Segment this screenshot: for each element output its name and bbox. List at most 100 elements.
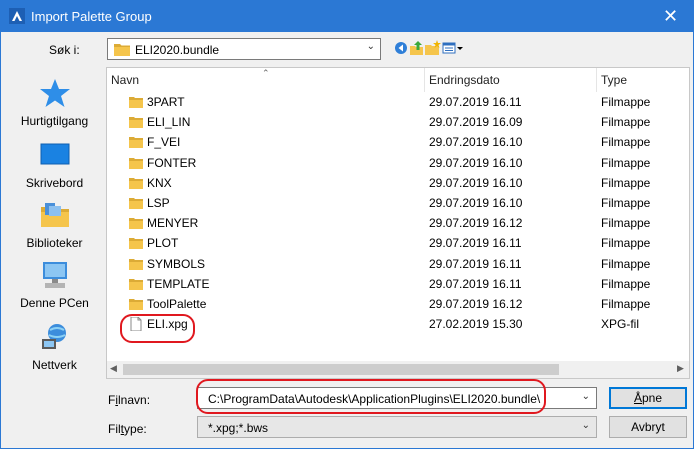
file-type: Filmappe (601, 115, 651, 130)
file-name: ELI_LIN (147, 115, 191, 130)
file-date: 29.07.2019 16.12 (429, 216, 523, 231)
chevron-down-icon: ⌄ (366, 41, 375, 52)
filetype-label: Filtype: (108, 422, 147, 436)
filename-input[interactable]: C:\ProgramData\Autodesk\ApplicationPlugi… (197, 387, 597, 409)
folder-icon (129, 218, 143, 230)
table-row[interactable]: F_VEI 29.07.2019 16.10 Filmappe (107, 133, 689, 153)
places-bar: Hurtigtilgang Skrivebord Biblioteker Den… (5, 67, 104, 379)
star-icon (40, 79, 70, 107)
file-date: 29.07.2019 16.11 (429, 256, 522, 271)
table-row[interactable]: KNX 29.07.2019 16.10 Filmappe (107, 174, 689, 194)
table-row[interactable]: 3PART 29.07.2019 16.11 Filmappe (107, 93, 689, 113)
table-row[interactable]: ELI.xpg 27.02.2019 15.30 XPG-fil (107, 315, 689, 335)
place-libraries[interactable]: Biblioteker (5, 195, 104, 255)
filetype-value: *.xpg;*.bws (208, 421, 269, 435)
place-quick-access[interactable]: Hurtigtilgang (5, 73, 104, 133)
up-folder-icon[interactable] (409, 40, 425, 56)
file-date: 29.07.2019 16.09 (429, 115, 523, 130)
file-type: Filmappe (601, 256, 651, 271)
file-name: LSP (147, 196, 170, 210)
close-button[interactable]: ✕ (648, 1, 693, 32)
column-header-type[interactable]: Type (597, 68, 689, 92)
folder-icon (129, 258, 143, 270)
folder-icon (129, 117, 143, 129)
scroll-right-icon[interactable]: ▶ (677, 363, 684, 374)
file-type: Filmappe (601, 155, 651, 170)
folder-icon (129, 137, 143, 149)
file-date: 29.07.2019 16.11 (429, 276, 522, 291)
view-menu-icon[interactable] (442, 40, 464, 56)
library-icon (41, 203, 69, 227)
window-title: Import Palette Group (31, 9, 152, 24)
new-folder-icon[interactable] (425, 40, 441, 56)
cancel-button[interactable]: Avbryt (609, 416, 687, 438)
computer-icon (43, 262, 67, 288)
file-name: FONTER (147, 155, 197, 170)
look-in-dropdown[interactable]: ELI2020.bundle ⌄ (107, 38, 381, 60)
table-row[interactable]: PLOT 29.07.2019 16.11 Filmappe (107, 234, 689, 254)
file-type: XPG-fil (601, 317, 640, 332)
filetype-dropdown[interactable]: *.xpg;*.bws ⌄ (197, 416, 597, 438)
file-type: Filmappe (601, 236, 651, 251)
file-date: 27.02.2019 15.30 (429, 317, 523, 332)
file-name: F_VEI (147, 135, 181, 150)
file-date: 29.07.2019 16.12 (429, 297, 523, 311)
file-name: TEMPLATE (147, 276, 210, 291)
folder-icon (129, 278, 143, 290)
file-name: SYMBOLS (147, 256, 206, 271)
folder-icon (129, 177, 143, 189)
table-row[interactable]: ELI_LIN 29.07.2019 16.09 Filmappe (107, 113, 689, 133)
look-in-label: Søk i: (49, 43, 80, 57)
scroll-left-icon[interactable]: ◀ (110, 363, 117, 374)
table-row[interactable]: SYMBOLS 29.07.2019 16.11 Filmappe (107, 255, 689, 275)
file-type: Filmappe (601, 297, 651, 311)
table-row[interactable]: ToolPalette 29.07.2019 16.12 Filmappe (107, 295, 689, 315)
file-type: Filmappe (601, 196, 651, 210)
folder-icon (129, 198, 143, 209)
table-row[interactable]: FONTER 29.07.2019 16.10 Filmappe (107, 154, 689, 174)
table-row[interactable]: LSP 29.07.2019 16.10 Filmappe (107, 194, 689, 214)
table-row[interactable]: TEMPLATE 29.07.2019 16.11 Filmappe (107, 275, 689, 295)
place-desktop[interactable]: Skrivebord (5, 135, 104, 195)
file-name: 3PART (147, 95, 185, 109)
file-date: 29.07.2019 16.10 (429, 135, 523, 150)
file-type: Filmappe (601, 175, 651, 190)
open-button[interactable]: Åpne (609, 387, 687, 409)
file-date: 29.07.2019 16.10 (429, 175, 523, 190)
place-network[interactable]: Nettverk (5, 317, 104, 377)
filename-value: C:\ProgramData\Autodesk\ApplicationPlugi… (208, 392, 541, 406)
file-date: 29.07.2019 16.11 (429, 95, 522, 109)
desktop-icon (40, 143, 70, 165)
place-label: Skrivebord (25, 176, 84, 190)
place-label: Hurtigtilgang (20, 114, 89, 128)
filename-label: Filnavn: (108, 393, 151, 407)
file-name: PLOT (147, 236, 179, 251)
file-name: MENYER (147, 216, 199, 231)
file-date: 29.07.2019 16.11 (429, 236, 522, 251)
folder-icon (129, 299, 143, 310)
scrollbar-thumb[interactable] (123, 364, 559, 375)
folder-icon (129, 157, 143, 169)
place-label: Biblioteker (26, 236, 83, 250)
file-date: 29.07.2019 16.10 (429, 155, 523, 170)
chevron-down-icon[interactable]: ⌄ (582, 391, 590, 402)
table-row[interactable]: MENYER 29.07.2019 16.12 Filmappe (107, 214, 689, 234)
folder-icon (129, 97, 143, 108)
file-type: Filmappe (601, 216, 651, 231)
file-type: Filmappe (601, 276, 651, 291)
column-header-row: ⌃ Navn Endringsdato Type (107, 68, 689, 92)
file-name: ToolPalette (147, 297, 207, 311)
column-header-name[interactable]: Navn (107, 68, 425, 92)
horizontal-scrollbar[interactable]: ◀ ▶ (107, 361, 689, 378)
network-icon (42, 324, 66, 349)
file-list[interactable]: ⌃ Navn Endringsdato Type 3PART 29.07.2019… (106, 67, 690, 379)
place-this-pc[interactable]: Denne PCen (5, 255, 104, 315)
file-type: Filmappe (601, 95, 651, 109)
file-type: Filmappe (601, 135, 651, 150)
chevron-down-icon: ⌄ (581, 420, 590, 431)
back-icon[interactable] (393, 40, 409, 56)
column-header-date[interactable]: Endringsdato (425, 68, 597, 92)
file-name: KNX (147, 175, 172, 190)
autocad-app-icon (9, 8, 25, 24)
title-bar[interactable]: Import Palette Group ✕ (1, 1, 693, 32)
